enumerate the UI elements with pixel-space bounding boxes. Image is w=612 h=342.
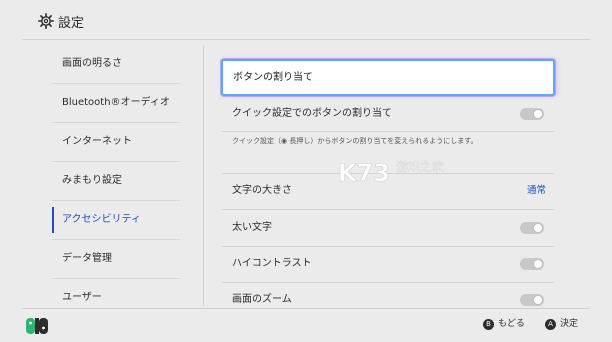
quick-settings-mapping-toggle[interactable]	[520, 108, 544, 120]
quick-settings-mapping-label: クイック設定でのボタンの割り当て	[232, 108, 392, 119]
footer: B もどる A 決定	[0, 308, 612, 342]
sidebar-item-data-management[interactable]: データ管理	[52, 240, 180, 278]
ok-label: 決定	[560, 319, 579, 329]
button-mapping-item[interactable]: ボタンの割り当て	[221, 59, 555, 96]
row-divider	[222, 131, 554, 132]
button-mapping-label: ボタンの割り当て	[233, 72, 313, 83]
text-size-label: 文字の大きさ	[232, 185, 292, 196]
ok-button[interactable]: A 決定	[545, 317, 578, 331]
quick-settings-mapping-row[interactable]: クイック設定でのボタンの割り当て	[222, 96, 554, 132]
b-button-icon: B	[483, 318, 494, 330]
header: 設定	[0, 0, 612, 40]
screen-zoom-row[interactable]: 画面のズーム	[222, 282, 554, 308]
gear-icon	[38, 13, 54, 29]
quick-settings-hint: クイック設定（◉ 長押し）からボタンの割り当てを変えられるようにします。	[232, 137, 478, 145]
a-button-icon: A	[545, 318, 556, 330]
sidebar-item-parental-controls[interactable]: みまもり設定	[52, 162, 180, 200]
high-contrast-label: ハイコントラスト	[232, 258, 312, 269]
screen-zoom-toggle[interactable]	[520, 294, 544, 306]
bold-text-row[interactable]: 太い文字	[222, 210, 554, 246]
page-title: 設定	[58, 16, 85, 31]
bold-text-label: 太い文字	[232, 222, 272, 233]
settings-panel: ボタンの割り当て クイック設定でのボタンの割り当て クイック設定（◉ 長押し）か…	[204, 40, 612, 308]
footer-divider	[22, 308, 590, 309]
text-size-row[interactable]: 文字の大きさ 通常	[222, 173, 554, 209]
sidebar-item-brightness[interactable]: 画面の明るさ	[52, 45, 180, 83]
back-button[interactable]: B もどる	[483, 317, 525, 331]
joycon-icon	[26, 318, 48, 334]
screen-zoom-label: 画面のズーム	[232, 294, 292, 305]
sidebar: 画面の明るさ Bluetooth®オーディオ インターネット みまもり設定 アク…	[0, 40, 204, 308]
back-label: もどる	[498, 319, 525, 329]
high-contrast-toggle[interactable]	[520, 258, 544, 270]
sidebar-item-accessibility[interactable]: アクセシビリティ	[52, 201, 180, 239]
high-contrast-row[interactable]: ハイコントラスト	[222, 246, 554, 282]
text-size-value: 通常	[526, 185, 546, 196]
bold-text-toggle[interactable]	[520, 222, 544, 234]
sidebar-item-bluetooth-audio[interactable]: Bluetooth®オーディオ	[52, 84, 180, 122]
sidebar-item-internet[interactable]: インターネット	[52, 123, 180, 161]
